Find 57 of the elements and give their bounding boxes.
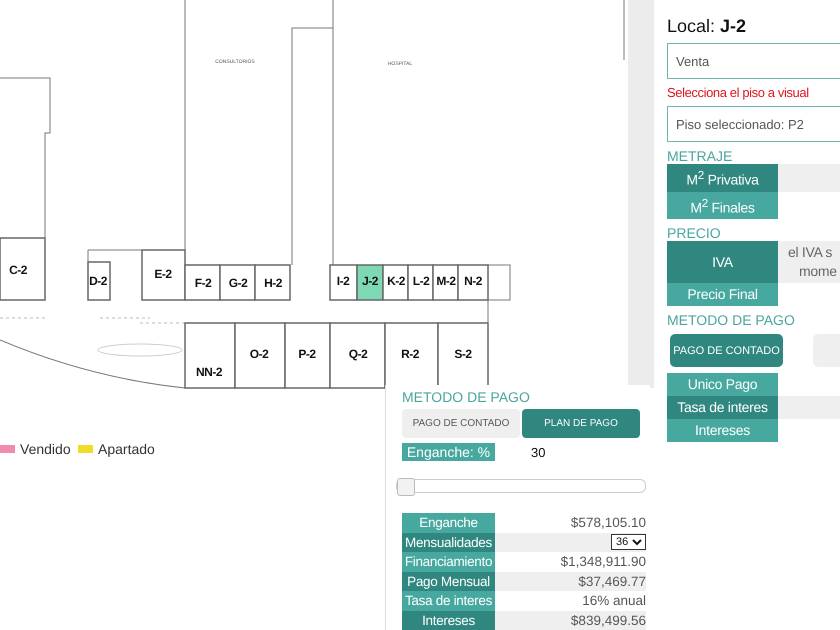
- months-select[interactable]: 36: [611, 534, 646, 550]
- row-label: Pago Mensual: [402, 572, 495, 591]
- down-payment-value: 30: [531, 444, 546, 460]
- shop-unit[interactable]: O-2: [234, 322, 286, 389]
- value-text: $839,499.56: [570, 612, 646, 630]
- shop-unit[interactable]: F-2: [184, 264, 221, 301]
- row-label: Precio Final: [667, 283, 778, 306]
- row-label: M$^{2}$ Finales: [667, 192, 778, 220]
- shop-unit[interactable]: J-2: [356, 264, 384, 301]
- floor-field[interactable]: Piso seleccionado: P2: [667, 106, 840, 142]
- payment-tab[interactable]: PAGO DE CONTADO: [402, 409, 520, 438]
- shop-unit[interactable]: N-2: [457, 264, 489, 301]
- value-text: $578,105.10: [570, 514, 646, 532]
- section-heading: METODO DE PAGO: [667, 312, 796, 328]
- row-label: Tasa de interes: [667, 396, 778, 420]
- shop-unit[interactable]: P-2: [284, 322, 331, 389]
- legend-label: Vendido: [20, 441, 71, 457]
- row-label: Financiamiento: [402, 552, 495, 572]
- shop-unit[interactable]: Q-2: [329, 322, 386, 389]
- row-label: Enganche: [402, 513, 495, 532]
- section-heading: METRAJE: [667, 148, 734, 164]
- value-text: $37,469.77: [578, 572, 646, 590]
- value-cell: [778, 164, 840, 192]
- down-payment-label: Enganche: %: [402, 443, 495, 461]
- title-label: Local:: [667, 16, 716, 37]
- row-label: Mensualidades: [402, 532, 495, 552]
- section-heading: METODO DE PAGO: [402, 389, 531, 405]
- row-label: Tasa de interes: [402, 591, 495, 610]
- value-text: el IVA s mome: [787, 243, 838, 282]
- shop-unit[interactable]: E-2: [141, 249, 186, 301]
- shop-unit[interactable]: G-2: [219, 264, 256, 301]
- value-cell: [778, 396, 840, 420]
- shop-unit[interactable]: C-2: [0, 237, 46, 301]
- payment-tab[interactable]: PAGO DE CONTADO: [670, 334, 783, 368]
- floor-prompt: Selecciona el piso a visual: [667, 85, 810, 100]
- shop-unit[interactable]: I-2: [329, 264, 358, 301]
- value-text: $1,348,911.90: [560, 553, 646, 571]
- unit-code: J-2: [720, 16, 746, 37]
- shop-unit[interactable]: M-2: [432, 264, 459, 301]
- shop-unit[interactable]: H-2: [254, 264, 291, 301]
- payment-tab[interactable]: PLAN DE PAGO: [522, 409, 640, 438]
- row-label: Intereses: [402, 610, 495, 630]
- shop-unit[interactable]: NN-2: [184, 322, 236, 389]
- section-heading: PRECIO: [667, 225, 722, 242]
- row-label: IVA: [667, 241, 778, 284]
- row-label: M$^{2}$ Privativa: [667, 164, 778, 192]
- down-payment-slider[interactable]: [396, 479, 646, 493]
- value-text: 16% anual: [582, 592, 646, 610]
- row-label: Unico Pago: [667, 373, 778, 396]
- row-label: Intereses: [667, 419, 778, 442]
- shop-unit[interactable]: K-2: [382, 264, 409, 301]
- shop-unit[interactable]: D-2: [87, 261, 111, 301]
- shop-unit[interactable]: L-2: [407, 264, 434, 301]
- legend-label: Apartado: [98, 441, 155, 457]
- shop-unit[interactable]: R-2: [384, 322, 439, 389]
- operation-field[interactable]: Venta: [667, 43, 840, 79]
- slider-thumb[interactable]: [397, 478, 415, 496]
